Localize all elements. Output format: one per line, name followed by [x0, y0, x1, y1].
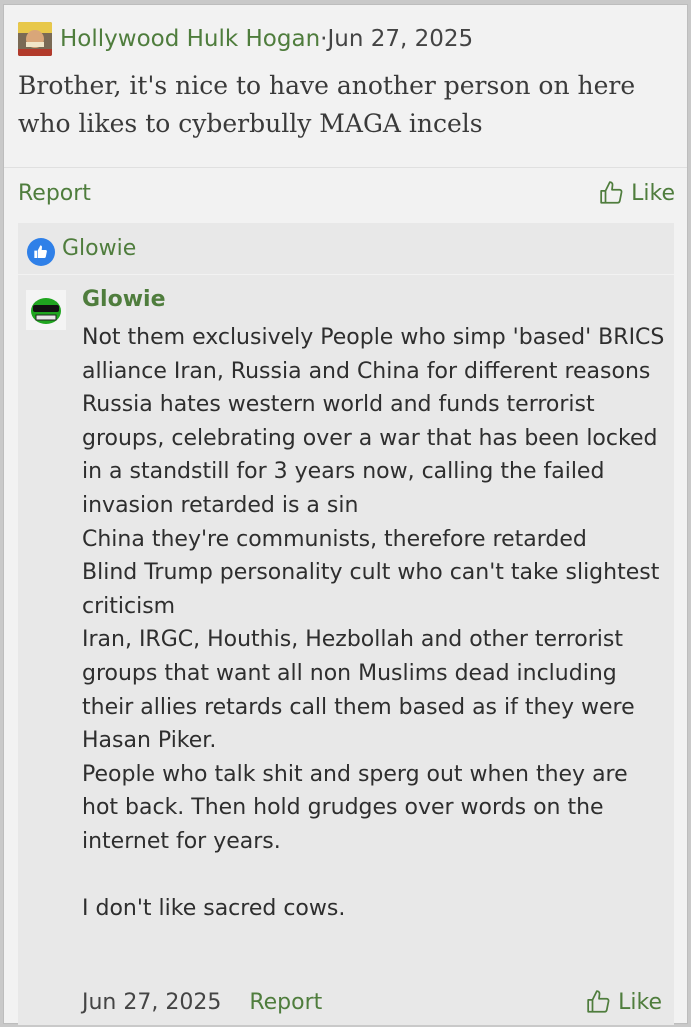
- post-body: Brother, it's nice to have another perso…: [18, 71, 636, 138]
- divider: [4, 167, 687, 168]
- thumbs-up-icon: [587, 990, 610, 1013]
- reaction-user-link[interactable]: Glowie: [62, 236, 136, 261]
- like-label: Like: [631, 180, 675, 206]
- like-label: Like: [618, 989, 662, 1015]
- post-date[interactable]: Jun 27, 2025: [327, 26, 473, 52]
- reply-date[interactable]: Jun 27, 2025: [82, 990, 221, 1015]
- post-card: Hollywood Hulk Hogan · Jun 27, 2025 Brot…: [3, 4, 688, 1025]
- thumbs-up-icon: [600, 181, 623, 204]
- hulk-hogan-avatar-icon: [18, 22, 52, 56]
- glowie-avatar-icon: [31, 298, 61, 324]
- avatar[interactable]: [18, 22, 52, 56]
- reply-author-link[interactable]: Glowie: [82, 287, 166, 312]
- quoted-reply: Glowie Glowie Not them exclusively Peopl…: [18, 223, 674, 1025]
- post-header: Hollywood Hulk Hogan · Jun 27, 2025: [18, 21, 473, 57]
- reply-actions: Jun 27, 2025 Report Like: [82, 985, 662, 1019]
- like-reaction-icon: [27, 237, 55, 266]
- reaction-bar[interactable]: Glowie: [18, 223, 674, 275]
- avatar[interactable]: [26, 290, 66, 330]
- reply-like-button[interactable]: Like: [586, 989, 662, 1015]
- reply-body: Not them exclusively People who simp 'ba…: [82, 325, 665, 922]
- report-button[interactable]: Report: [18, 181, 91, 206]
- like-button[interactable]: Like: [599, 180, 675, 206]
- post-actions: Report Like: [18, 175, 675, 211]
- post-author-link[interactable]: Hollywood Hulk Hogan: [60, 26, 320, 52]
- reply-report-button[interactable]: Report: [249, 990, 322, 1015]
- thumbs-up-icon: [34, 244, 47, 258]
